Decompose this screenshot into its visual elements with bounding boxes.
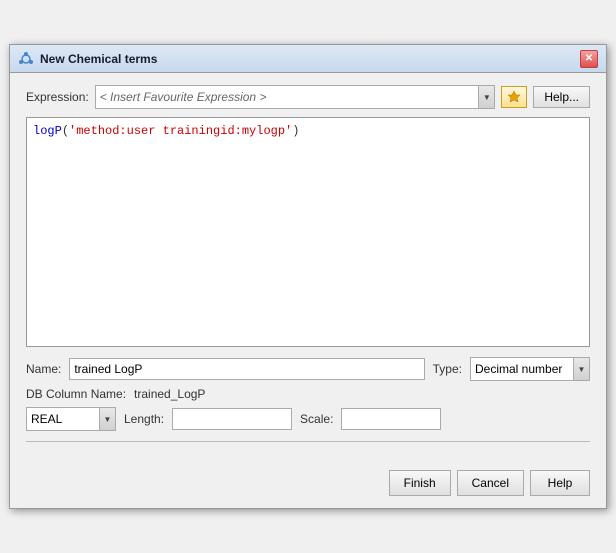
real-dropdown-arrow: ▼ (99, 408, 115, 430)
db-column-row: DB Column Name: trained_LogP (26, 387, 590, 401)
code-string: 'method:user trainingid:mylogp' (69, 124, 292, 138)
name-label: Name: (26, 362, 61, 376)
code-paren-open: ( (62, 124, 69, 138)
real-value: REAL (27, 408, 99, 430)
data-type-row: REAL ▼ Length: Scale: (26, 407, 590, 431)
add-favorite-button[interactable] (501, 86, 527, 108)
expression-dropdown-arrow: ▼ (478, 86, 494, 108)
expression-select[interactable]: < Insert Favourite Expression > ▼ (95, 85, 496, 109)
expression-row: Expression: < Insert Favourite Expressio… (26, 85, 590, 109)
scale-input[interactable] (341, 408, 441, 430)
help-expression-button[interactable]: Help... (533, 86, 590, 108)
length-input[interactable] (172, 408, 292, 430)
cancel-button[interactable]: Cancel (457, 470, 524, 496)
type-dropdown-arrow: ▼ (573, 358, 589, 380)
code-editor[interactable]: logP('method:user trainingid:mylogp') (26, 117, 590, 347)
real-select[interactable]: REAL ▼ (26, 407, 116, 431)
db-column-label: DB Column Name: (26, 387, 126, 401)
scale-label: Scale: (300, 412, 333, 426)
expression-label: Expression: (26, 90, 89, 104)
type-select[interactable]: Decimal number ▼ (470, 357, 590, 381)
title-bar: New Chemical terms ✕ (10, 45, 606, 73)
separator (26, 441, 590, 442)
dialog-body: Expression: < Insert Favourite Expressio… (10, 73, 606, 464)
title-bar-left: New Chemical terms (18, 51, 157, 67)
finish-button[interactable]: Finish (389, 470, 451, 496)
code-paren-close: ) (292, 124, 299, 138)
length-label: Length: (124, 412, 164, 426)
chemical-icon (18, 51, 34, 67)
db-column-value: trained_LogP (134, 387, 205, 401)
help-button[interactable]: Help (530, 470, 590, 496)
type-label: Type: (433, 362, 462, 376)
code-keyword: logP (33, 124, 62, 138)
expression-value: < Insert Favourite Expression > (96, 86, 479, 108)
name-input[interactable] (69, 358, 424, 380)
button-row: Finish Cancel Help (10, 464, 606, 508)
close-button[interactable]: ✕ (580, 50, 598, 68)
type-value: Decimal number (471, 358, 573, 380)
name-type-row: Name: Type: Decimal number ▼ (26, 357, 590, 381)
code-line: logP('method:user trainingid:mylogp') (33, 124, 583, 138)
dialog-title: New Chemical terms (40, 52, 157, 66)
dialog-window: New Chemical terms ✕ Expression: < Inser… (9, 44, 607, 509)
